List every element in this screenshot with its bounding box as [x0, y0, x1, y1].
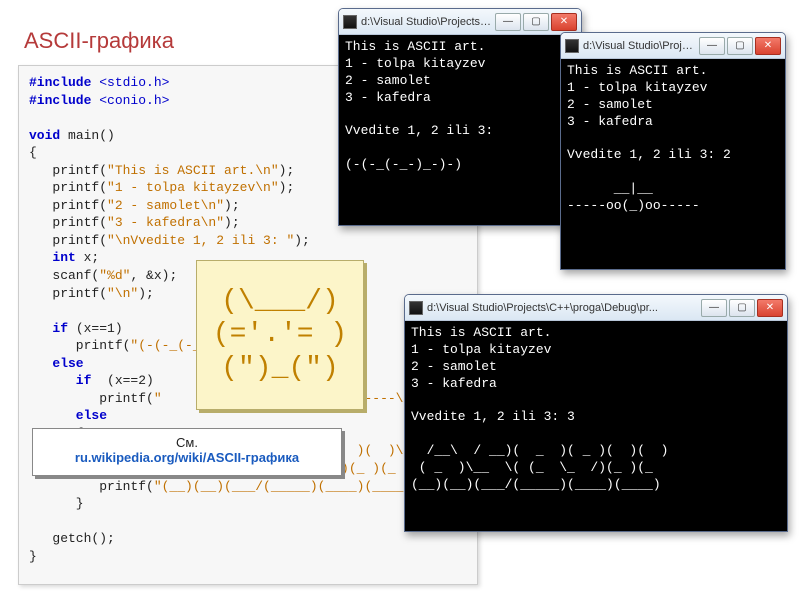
code-text: (x==1) — [68, 321, 123, 336]
code-text: printf( — [29, 479, 154, 494]
string-literal: "\n" — [107, 286, 138, 301]
titlebar[interactable]: d:\Visual Studio\Projects\C++\proga\Debu… — [405, 295, 787, 321]
code-text: printf( — [29, 233, 107, 248]
app-icon — [565, 39, 579, 53]
code-text: printf( — [29, 198, 107, 213]
titlebar[interactable]: d:\Visual Studio\Projects\C... — ▢ ✕ — [339, 9, 581, 35]
console-window-c[interactable]: d:\Visual Studio\Projects\C++\proga\Debu… — [404, 294, 788, 532]
code-text: printf( — [29, 180, 107, 195]
code-text: printf( — [29, 391, 154, 406]
if-keyword: if — [29, 373, 91, 388]
minimize-button[interactable]: — — [701, 299, 727, 317]
console-output: This is ASCII art. 1 - tolpa kitayzev 2 … — [405, 321, 787, 531]
void-keyword: void — [29, 128, 60, 143]
window-title: d:\Visual Studio\Projects\C... — [361, 16, 493, 28]
see-label: См. — [43, 435, 331, 450]
else-keyword: else — [29, 356, 84, 371]
code-text: (x==2) — [91, 373, 153, 388]
code-text: ); — [279, 180, 295, 195]
ascii-bunny: (\___/) (='.'= ) (")_(") — [213, 285, 347, 386]
code-text: ); — [279, 163, 295, 178]
string-literal: "\nVvedite 1, 2 ili 3: " — [107, 233, 294, 248]
code-text: ); — [224, 215, 240, 230]
if-keyword: if — [29, 321, 68, 336]
string-literal: "%d" — [99, 268, 130, 283]
slide-title: ASCII-графика — [24, 28, 174, 54]
code-text: x; — [76, 250, 99, 265]
window-title: d:\Visual Studio\Projects\C++\proga\Debu… — [427, 302, 699, 314]
minimize-button[interactable]: — — [699, 37, 725, 55]
wikipedia-link[interactable]: ru.wikipedia.org/wiki/ASCII-графика — [43, 450, 331, 465]
sticky-note-bunny: (\___/) (='.'= ) (")_(") — [196, 260, 364, 410]
maximize-button[interactable]: ▢ — [727, 37, 753, 55]
maximize-button[interactable]: ▢ — [729, 299, 755, 317]
else-keyword: else — [29, 408, 107, 423]
console-window-a[interactable]: d:\Visual Studio\Projects\C... — ▢ ✕ Thi… — [338, 8, 582, 226]
include-keyword: #include — [29, 75, 91, 90]
code-text: printf( — [29, 163, 107, 178]
app-icon — [343, 15, 357, 29]
code-text: ); — [224, 198, 240, 213]
app-icon — [409, 301, 423, 315]
code-text: ); — [138, 286, 154, 301]
close-button[interactable]: ✕ — [551, 13, 577, 31]
string-literal: "2 - samolet\n" — [107, 198, 224, 213]
code-text: getch(); — [29, 531, 115, 546]
console-window-b[interactable]: d:\Visual Studio\Projects\C... — ▢ ✕ Thi… — [560, 32, 786, 270]
string-literal: "This is ASCII art.\n" — [107, 163, 279, 178]
maximize-button[interactable]: ▢ — [523, 13, 549, 31]
include-header: <stdio.h> — [91, 75, 169, 90]
window-title: d:\Visual Studio\Projects\C... — [583, 40, 697, 52]
int-keyword: int — [29, 250, 76, 265]
code-text: ); — [294, 233, 310, 248]
code-text: scanf( — [29, 268, 99, 283]
wikipedia-reference: См. ru.wikipedia.org/wiki/ASCII-графика — [32, 428, 342, 476]
brace-close: } — [29, 496, 84, 511]
code-text: printf( — [29, 286, 107, 301]
console-output: This is ASCII art. 1 - tolpa kitayzev 2 … — [339, 35, 581, 225]
main-signature: main() — [60, 128, 115, 143]
code-text: printf( — [29, 338, 130, 353]
console-output: This is ASCII art. 1 - tolpa kitayzev 2 … — [561, 59, 785, 269]
string-literal: "(__)(__)(___/(_____)(____)(____)\n" — [154, 479, 435, 494]
include-keyword: #include — [29, 93, 91, 108]
code-text: printf( — [29, 215, 107, 230]
titlebar[interactable]: d:\Visual Studio\Projects\C... — ▢ ✕ — [561, 33, 785, 59]
string-literal: "1 - tolpa kitayzev\n" — [107, 180, 279, 195]
minimize-button[interactable]: — — [495, 13, 521, 31]
brace-close: } — [29, 549, 37, 564]
code-text: , &x); — [130, 268, 177, 283]
brace-open: { — [29, 145, 37, 160]
close-button[interactable]: ✕ — [757, 299, 783, 317]
close-button[interactable]: ✕ — [755, 37, 781, 55]
include-header: <conio.h> — [91, 93, 169, 108]
string-literal: "3 - kafedra\n" — [107, 215, 224, 230]
